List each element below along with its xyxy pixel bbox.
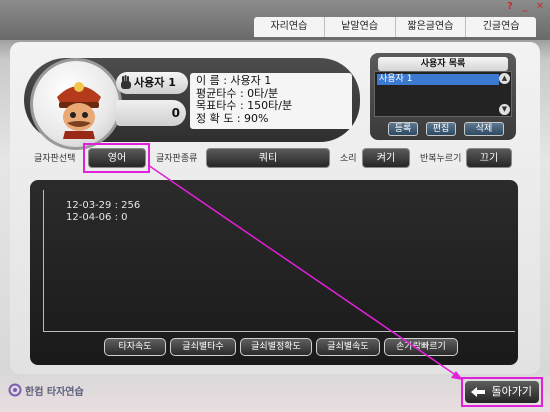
- keyboard-select-highlight: [83, 143, 150, 173]
- back-button-label: 돌아가기: [491, 385, 532, 398]
- typing-practice-window: 자리연습 낱말연습 짧은글연습 긴글연습 ? _ ✕ 사용자 1 0 이 름:…: [0, 0, 550, 412]
- tab-key-position-practice[interactable]: 자리연습: [254, 17, 325, 37]
- stat-name: 이 름 : 사용자 1: [196, 74, 272, 87]
- close-icon[interactable]: ✕: [534, 1, 546, 13]
- stat-accuracy: 정 확 도 : 90%: [196, 111, 269, 125]
- avatar: [30, 58, 122, 150]
- user-name-text: 사용자 1: [134, 76, 176, 89]
- user-list-item[interactable]: 사용자 1: [377, 74, 499, 85]
- sound-toggle-button[interactable]: 켜기: [362, 148, 410, 168]
- profile-stats: 이 름 : 사용자 1 평균타수 : 0타/분 목표타수 : 150타/분 정 …: [190, 73, 352, 129]
- tab-finger-speed[interactable]: 손가락빠르기: [384, 338, 458, 356]
- hancom-logo-icon: [8, 383, 22, 397]
- tab-word-practice[interactable]: 낱말연습: [325, 17, 396, 37]
- register-user-button[interactable]: 등록: [388, 122, 418, 136]
- sound-label: 소리: [340, 154, 357, 164]
- tab-short-text-practice[interactable]: 짧은글연습: [396, 17, 467, 37]
- mode-tabs: 자리연습 낱말연습 짧은글연습 긴글연습: [254, 17, 536, 37]
- app-logo: 한컴 타자연습: [8, 382, 84, 398]
- tab-typing-speed[interactable]: 타자속도: [104, 338, 166, 356]
- stat-target-speed: 목표타수 : 150타/분: [196, 99, 293, 112]
- repeat-press-toggle-button[interactable]: 끄기: [466, 148, 512, 168]
- delete-user-button[interactable]: 삭제: [464, 122, 504, 136]
- tab-key-typing-count[interactable]: 글쇠별타수: [170, 338, 236, 356]
- user-list-scrollbar[interactable]: ▲ ▼: [499, 73, 510, 115]
- user-list-title: 사용자 목록: [378, 57, 508, 71]
- back-button[interactable]: 돌아가기: [465, 381, 539, 403]
- scroll-down-icon[interactable]: ▼: [499, 104, 510, 115]
- repeat-press-label: 반복누르기: [420, 154, 462, 164]
- back-arrow-icon: [471, 387, 485, 397]
- user-name-badge: 사용자 1: [116, 72, 188, 94]
- tab-key-speed[interactable]: 글쇠별속도: [316, 338, 380, 356]
- minimize-icon[interactable]: _: [519, 1, 531, 13]
- help-icon[interactable]: ?: [504, 1, 516, 13]
- history-record: 12-03-29 : 256: [66, 200, 141, 211]
- logo-text: 한컴 타자연습: [25, 386, 84, 398]
- window-controls: ? _ ✕: [504, 1, 546, 13]
- history-record: 12-04-06 : 0: [66, 212, 128, 223]
- character-avatar-icon: [57, 82, 101, 139]
- edit-user-button[interactable]: 편집: [426, 122, 456, 136]
- keyboard-select-label: 글자판선택: [34, 154, 76, 164]
- keyboard-type-label: 글자판종류: [156, 154, 198, 164]
- scroll-up-icon[interactable]: ▲: [499, 73, 510, 84]
- keyboard-type-select[interactable]: 쿼티: [206, 148, 330, 168]
- typing-count: 0: [116, 100, 186, 126]
- hand-icon: [121, 75, 131, 89]
- tab-key-accuracy[interactable]: 글쇠별정확도: [240, 338, 312, 356]
- user-list-box[interactable]: 사용자 1 ▲ ▼: [374, 71, 512, 117]
- tab-long-text-practice[interactable]: 긴글연습: [466, 17, 536, 37]
